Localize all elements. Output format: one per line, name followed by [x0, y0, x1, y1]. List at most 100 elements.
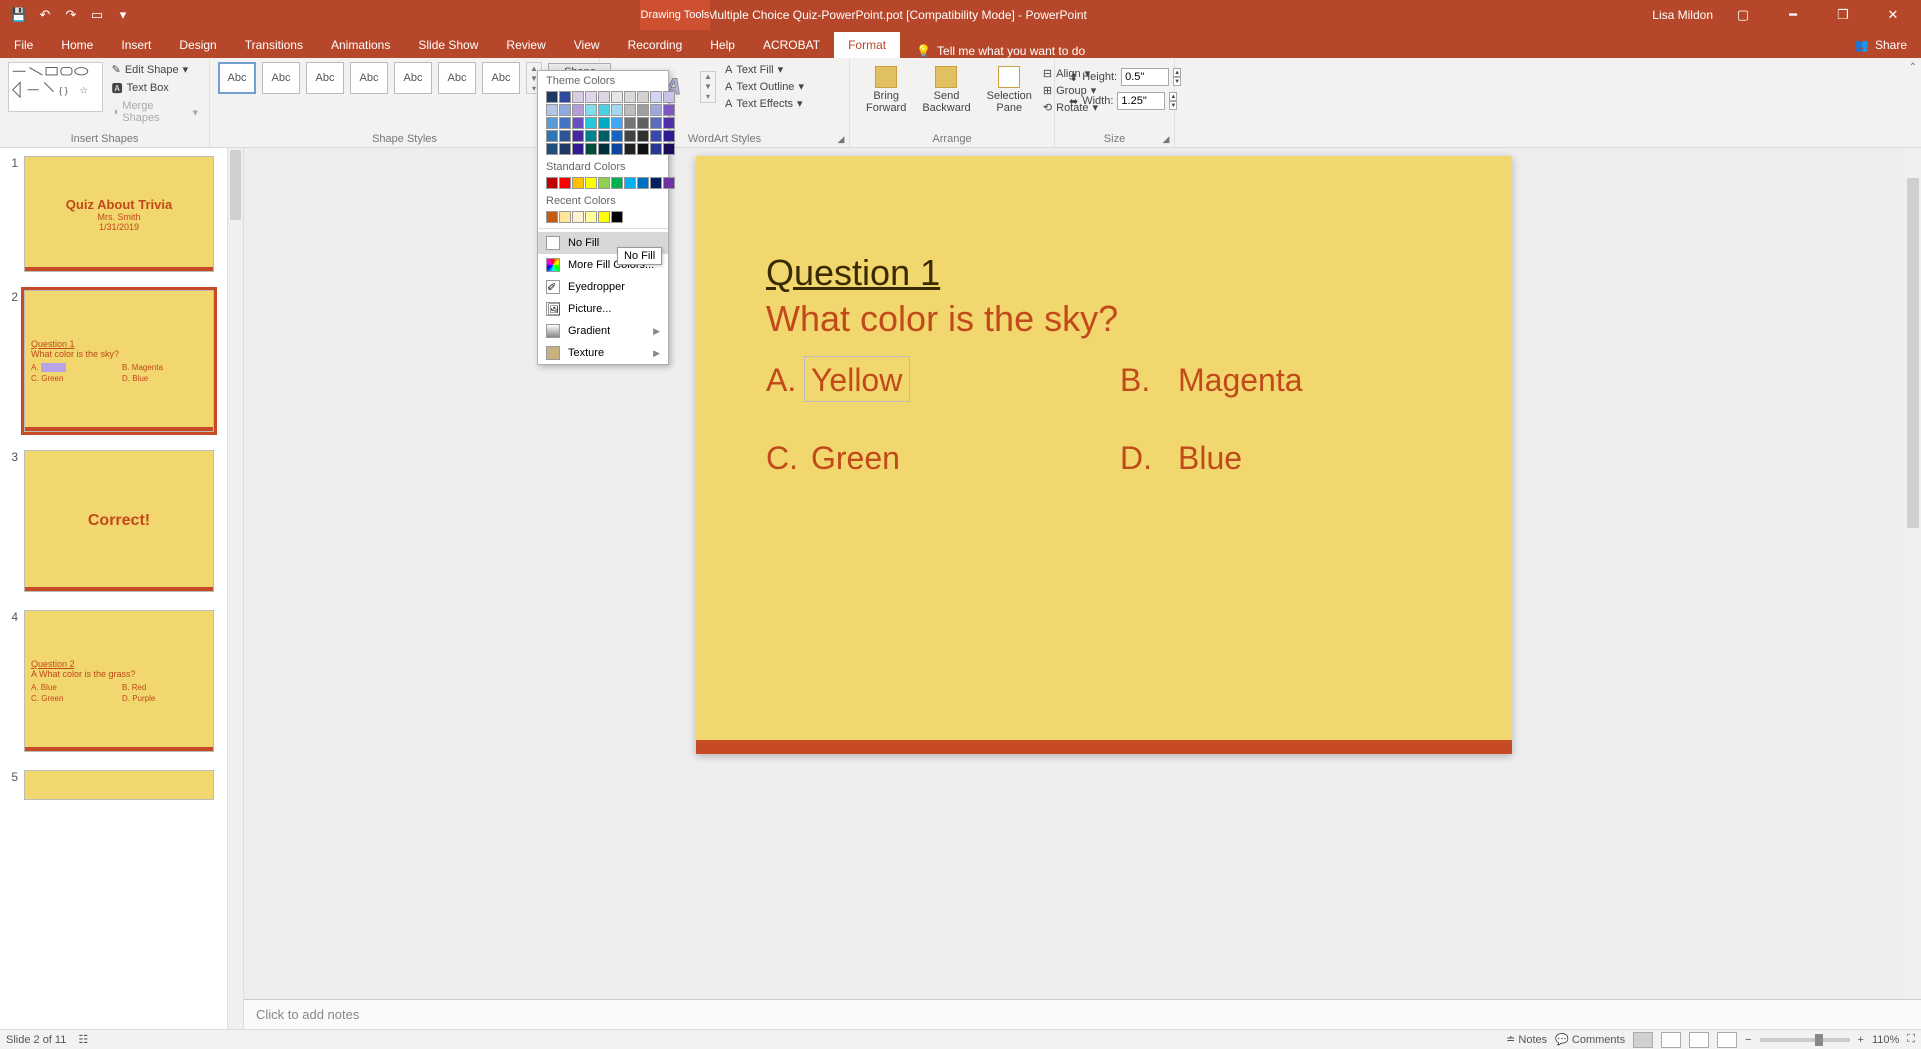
- color-swatch[interactable]: [663, 104, 675, 116]
- color-swatch[interactable]: [572, 177, 584, 189]
- shape-style-1[interactable]: Abc: [218, 62, 256, 94]
- option-d-text[interactable]: Blue: [1178, 440, 1242, 477]
- selection-pane-button[interactable]: Selection Pane: [979, 62, 1040, 118]
- tab-animations[interactable]: Animations: [317, 32, 404, 58]
- color-swatch[interactable]: [598, 104, 610, 116]
- close-button[interactable]: ✕: [1873, 0, 1913, 30]
- tab-recording[interactable]: Recording: [614, 32, 697, 58]
- tab-design[interactable]: Design: [165, 32, 230, 58]
- color-swatch[interactable]: [585, 104, 597, 116]
- option-c-text[interactable]: Green: [811, 440, 900, 477]
- color-swatch[interactable]: [637, 143, 649, 155]
- color-swatch[interactable]: [585, 91, 597, 103]
- standard-colors-row[interactable]: [538, 175, 668, 191]
- minimize-button[interactable]: ━: [1773, 0, 1813, 30]
- text-outline-button[interactable]: AText Outline▾: [722, 79, 807, 94]
- color-swatch[interactable]: [546, 211, 558, 223]
- color-swatch[interactable]: [559, 91, 571, 103]
- text-effects-button[interactable]: AText Effects▾: [722, 96, 807, 111]
- height-spinner[interactable]: ▲▼: [1173, 68, 1181, 86]
- color-swatch[interactable]: [624, 91, 636, 103]
- shape-style-gallery[interactable]: Abc Abc Abc Abc Abc Abc Abc ▲▼▾: [218, 62, 542, 94]
- color-swatch[interactable]: [611, 104, 623, 116]
- gradient-fill-item[interactable]: Gradient▶: [538, 320, 668, 342]
- accessibility-icon[interactable]: ☷: [78, 1033, 88, 1046]
- color-swatch[interactable]: [598, 130, 610, 142]
- wordart-gallery-scroll[interactable]: ▲▼▾: [700, 71, 716, 103]
- color-swatch[interactable]: [663, 143, 675, 155]
- tab-file[interactable]: File: [0, 32, 47, 58]
- thumbnail-slide-2[interactable]: Question 1 What color is the sky? A. B. …: [24, 290, 214, 432]
- redo-icon[interactable]: ↷: [60, 4, 82, 26]
- color-swatch[interactable]: [663, 117, 675, 129]
- picture-fill-item[interactable]: 🖼Picture...: [538, 298, 668, 320]
- shapes-gallery[interactable]: { } ☆: [8, 62, 103, 112]
- thumbnail-slide-4[interactable]: Question 2 A What color is the grass? A.…: [24, 610, 214, 752]
- slideshow-view-button[interactable]: [1717, 1032, 1737, 1048]
- start-from-beginning-icon[interactable]: ▭: [86, 4, 108, 26]
- color-swatch[interactable]: [650, 91, 662, 103]
- send-backward-button[interactable]: Send Backward: [914, 62, 978, 118]
- color-swatch[interactable]: [572, 130, 584, 142]
- color-swatch[interactable]: [650, 177, 662, 189]
- color-swatch[interactable]: [598, 177, 610, 189]
- normal-view-button[interactable]: [1633, 1032, 1653, 1048]
- color-swatch[interactable]: [637, 117, 649, 129]
- color-swatch[interactable]: [559, 211, 571, 223]
- color-swatch[interactable]: [650, 143, 662, 155]
- color-swatch[interactable]: [546, 104, 558, 116]
- color-swatch[interactable]: [585, 177, 597, 189]
- option-c-letter[interactable]: C.: [766, 440, 798, 477]
- zoom-out-button[interactable]: −: [1745, 1034, 1751, 1046]
- color-swatch[interactable]: [559, 117, 571, 129]
- color-swatch[interactable]: [663, 177, 675, 189]
- color-swatch[interactable]: [546, 143, 558, 155]
- tab-slideshow[interactable]: Slide Show: [404, 32, 492, 58]
- eyedropper-item[interactable]: ✐Eyedropper: [538, 276, 668, 298]
- width-spinner[interactable]: ▲▼: [1169, 92, 1177, 110]
- qat-more-icon[interactable]: ▾: [112, 4, 134, 26]
- option-a-letter[interactable]: A.: [766, 362, 796, 399]
- color-swatch[interactable]: [663, 130, 675, 142]
- tab-view[interactable]: View: [560, 32, 614, 58]
- color-swatch[interactable]: [585, 211, 597, 223]
- height-input[interactable]: [1121, 68, 1169, 86]
- color-swatch[interactable]: [611, 177, 623, 189]
- texture-fill-item[interactable]: Texture▶: [538, 342, 668, 364]
- color-swatch[interactable]: [637, 130, 649, 142]
- thumbnail-slide-1[interactable]: Quiz About Trivia Mrs. Smith 1/31/2019: [24, 156, 214, 272]
- tab-format[interactable]: Format: [834, 32, 900, 58]
- edit-shape-button[interactable]: ✎Edit Shape▾: [109, 62, 201, 77]
- color-swatch[interactable]: [598, 143, 610, 155]
- tab-transitions[interactable]: Transitions: [231, 32, 317, 58]
- color-swatch[interactable]: [650, 130, 662, 142]
- color-swatch[interactable]: [585, 117, 597, 129]
- collapse-ribbon-icon[interactable]: ⌃: [1909, 62, 1917, 73]
- undo-icon[interactable]: ↶: [34, 4, 56, 26]
- option-b-letter[interactable]: B.: [1120, 362, 1150, 399]
- color-swatch[interactable]: [624, 104, 636, 116]
- color-swatch[interactable]: [637, 91, 649, 103]
- wordart-launcher[interactable]: ◢: [835, 133, 847, 145]
- option-d-letter[interactable]: D.: [1120, 440, 1152, 477]
- color-swatch[interactable]: [572, 143, 584, 155]
- tab-review[interactable]: Review: [492, 32, 559, 58]
- fit-to-window-button[interactable]: ⛶: [1907, 1033, 1915, 1046]
- notes-toggle[interactable]: ≐ Notes: [1506, 1033, 1547, 1046]
- option-a-text[interactable]: Yellow: [811, 362, 902, 399]
- maximize-button[interactable]: ❐: [1823, 0, 1863, 30]
- shape-style-3[interactable]: Abc: [306, 62, 344, 94]
- recent-colors-row[interactable]: [538, 209, 668, 225]
- color-swatch[interactable]: [546, 130, 558, 142]
- color-swatch[interactable]: [663, 91, 675, 103]
- color-swatch[interactable]: [650, 117, 662, 129]
- color-swatch[interactable]: [546, 91, 558, 103]
- zoom-slider[interactable]: [1760, 1038, 1850, 1042]
- color-swatch[interactable]: [559, 143, 571, 155]
- color-swatch[interactable]: [559, 104, 571, 116]
- color-swatch[interactable]: [650, 104, 662, 116]
- color-swatch[interactable]: [572, 104, 584, 116]
- color-swatch[interactable]: [598, 91, 610, 103]
- color-swatch[interactable]: [572, 91, 584, 103]
- shape-style-7[interactable]: Abc: [482, 62, 520, 94]
